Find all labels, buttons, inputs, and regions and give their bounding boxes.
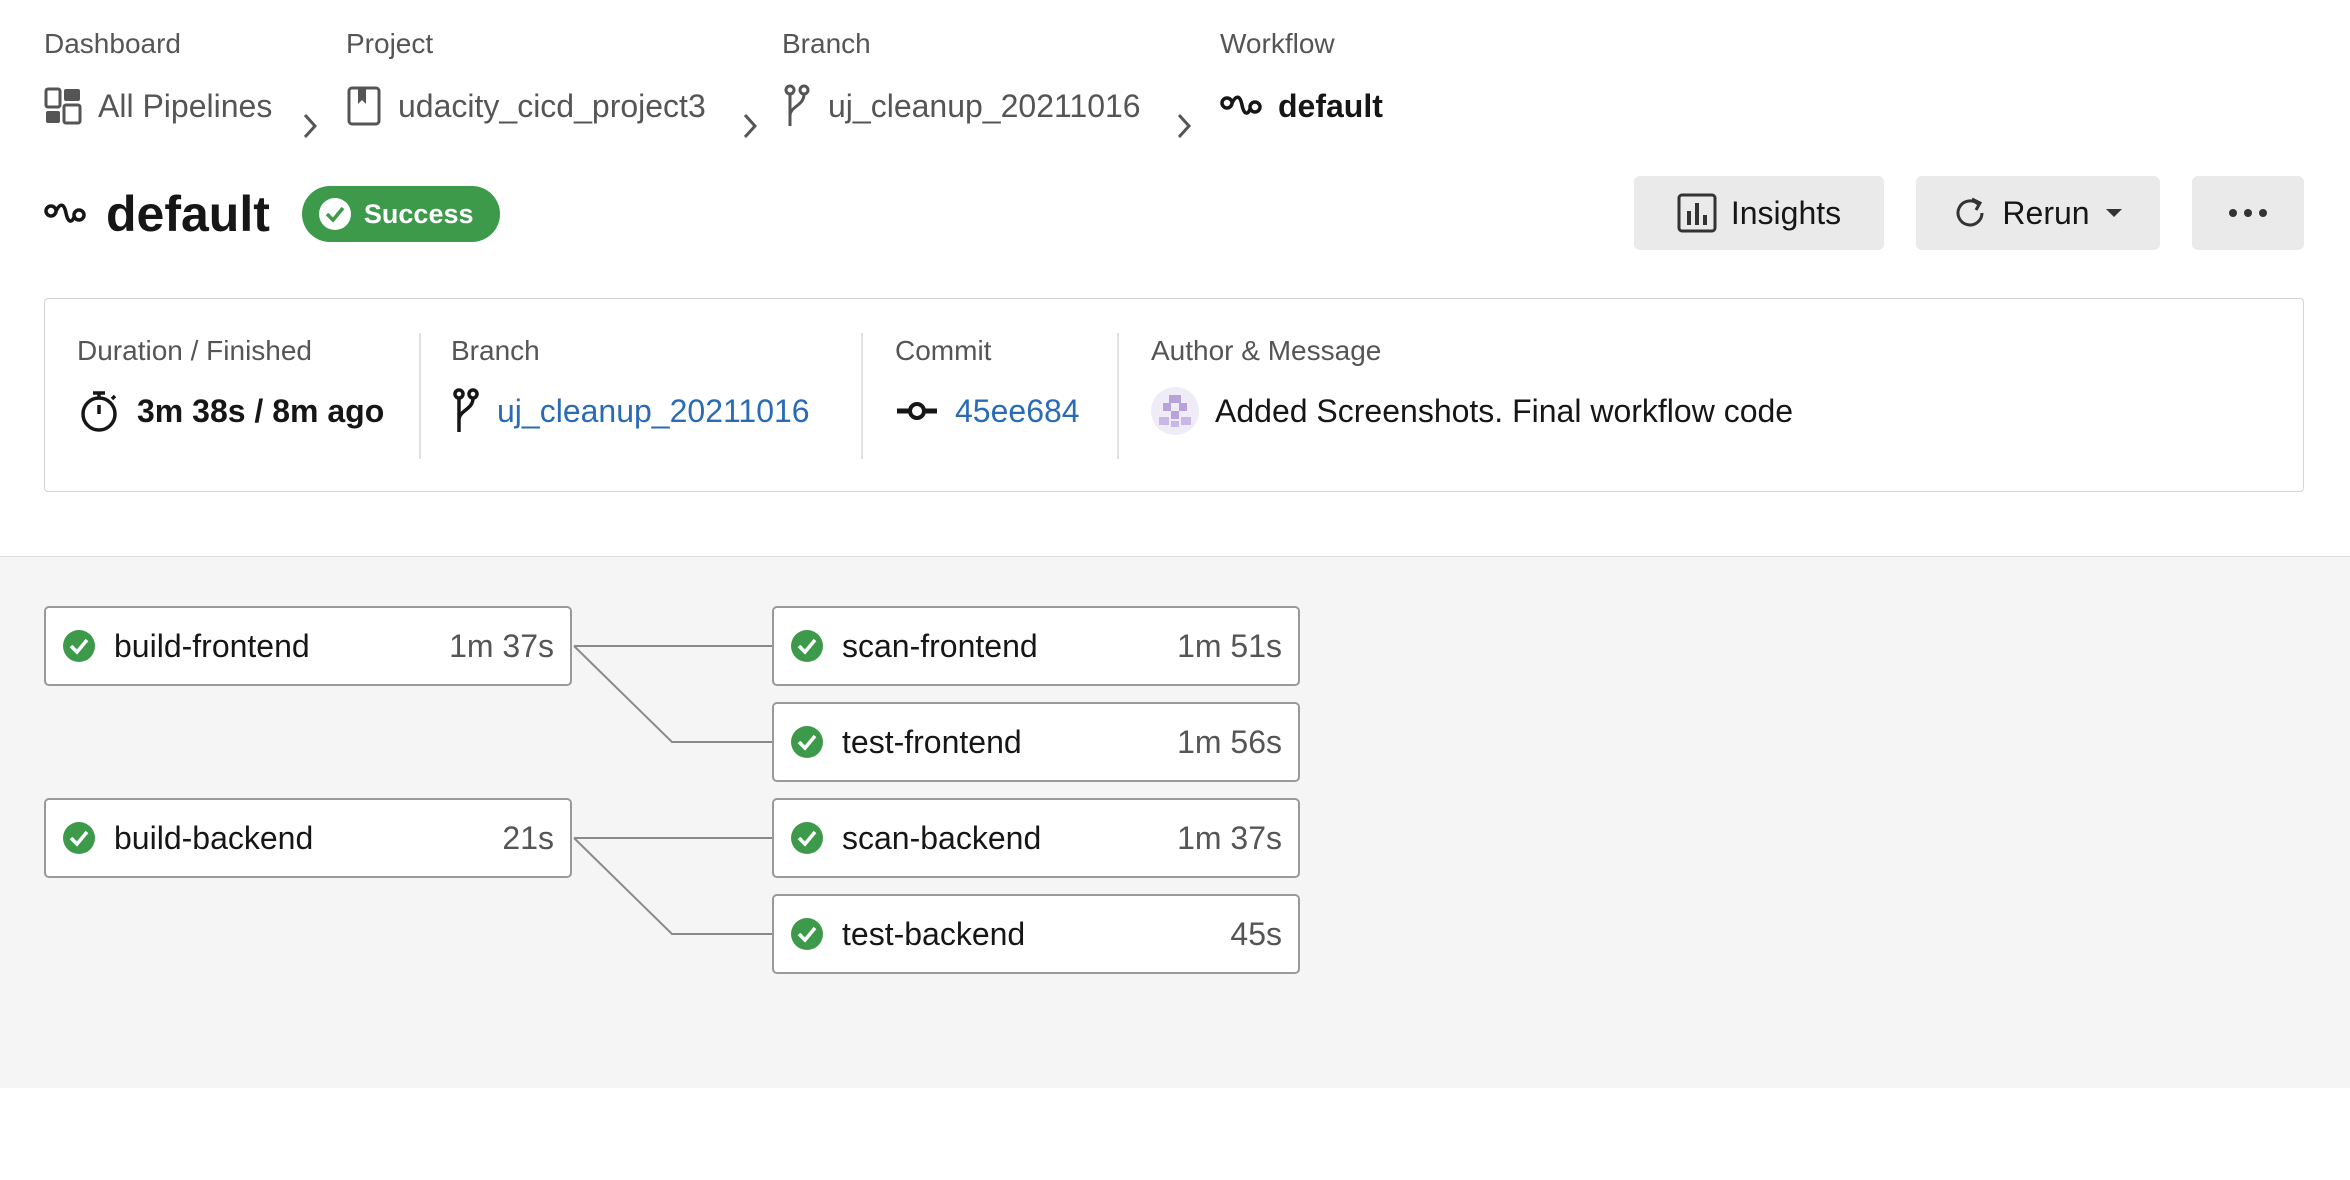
job-duration: 1m 37s: [449, 627, 554, 664]
workflow-header: default Success: [44, 180, 500, 248]
status-text: Success: [363, 198, 474, 229]
job-duration: 1m 56s: [1177, 723, 1282, 760]
duration-value: 3m 38s / 8m ago: [137, 392, 385, 429]
identicon-icon: [1159, 395, 1191, 427]
avatar[interactable]: [1151, 387, 1199, 435]
caret-down-icon: [2105, 209, 2122, 217]
chevron-right-icon: [1177, 113, 1192, 139]
divider: [1117, 333, 1119, 459]
breadcrumb-link-workflow[interactable]: default: [1220, 82, 1383, 130]
job-scan-frontend[interactable]: scan-frontend 1m 51s: [772, 606, 1300, 686]
job-test-frontend[interactable]: test-frontend 1m 56s: [772, 702, 1300, 782]
commit-section: Commit 45ee684: [895, 331, 1115, 461]
breadcrumb-dashboard: Dashboard All Pipelines: [44, 24, 272, 125]
commit-message: Added Screenshots. Final workflow code: [1215, 392, 1794, 429]
breadcrumb-link-project[interactable]: udacity_cicd_project3: [346, 82, 706, 130]
job-name: build-frontend: [114, 627, 310, 664]
breadcrumb-link-all-pipelines[interactable]: All Pipelines: [44, 82, 272, 130]
breadcrumb-workflow: Workflow default: [1220, 24, 1383, 124]
branch-icon: [784, 84, 810, 126]
job-test-backend[interactable]: test-backend 45s: [772, 894, 1300, 974]
chevron-right-icon: [303, 113, 318, 139]
stopwatch-icon: [81, 391, 117, 432]
duration-value-row: 3m 38s / 8m ago: [77, 387, 384, 435]
breadcrumb-label: Workflow: [1220, 28, 1335, 59]
job-duration: 1m 51s: [1177, 627, 1282, 664]
check-circle-icon: [318, 198, 351, 230]
job-name: test-frontend: [842, 723, 1022, 760]
duration-section: Duration / Finished 3m 38s / 8m ago: [77, 331, 417, 461]
branch-value-row: uj_cleanup_20211016: [451, 387, 810, 435]
workflow-info-card: Duration / Finished 3m 38s / 8m ago Bran…: [44, 298, 2304, 492]
branch-icon: [453, 388, 479, 432]
insights-button[interactable]: Insights: [1634, 176, 1884, 250]
check-circle-icon: [63, 822, 95, 854]
commit-value-row: 45ee684: [895, 387, 1080, 435]
job-build-frontend[interactable]: build-frontend 1m 37s: [44, 606, 572, 686]
more-options-button[interactable]: [2192, 176, 2304, 250]
job-name: test-backend: [842, 915, 1026, 952]
page-title: default: [106, 186, 270, 242]
job-build-backend[interactable]: build-backend 21s: [44, 798, 572, 878]
author-label: Author & Message: [1151, 335, 1382, 366]
divider: [419, 333, 421, 459]
branch-label: Branch: [451, 335, 540, 366]
rerun-label: Rerun: [2002, 194, 2090, 231]
breadcrumb-label: Branch: [782, 28, 871, 59]
breadcrumb: Dashboard All Pipelines Project udacity_…: [44, 24, 1544, 144]
job-name: build-backend: [114, 819, 314, 856]
job-duration: 45s: [1230, 915, 1282, 952]
more-horizontal-icon: [2229, 209, 2267, 217]
check-circle-icon: [63, 630, 95, 662]
commit-link[interactable]: 45ee684: [955, 393, 1080, 430]
check-circle-icon: [791, 822, 823, 854]
chevron-right-icon: [743, 113, 758, 139]
check-circle-icon: [791, 726, 823, 758]
job-scan-backend[interactable]: scan-backend 1m 37s: [772, 798, 1300, 878]
job-name: scan-frontend: [842, 627, 1038, 664]
author-value-row: Added Screenshots. Final workflow code: [1151, 387, 1793, 435]
workflow-graph: build-frontend 1m 37s scan-frontend 1m 5…: [0, 556, 2350, 1088]
bookmark-icon: [347, 86, 381, 126]
insights-label: Insights: [1730, 194, 1842, 231]
chart-bar-icon: [1677, 193, 1717, 233]
dashboard-icon: [44, 87, 82, 125]
branch-link[interactable]: uj_cleanup_20211016: [497, 393, 810, 430]
divider: [861, 333, 863, 459]
breadcrumb-branch: Branch uj_cleanup_20211016: [782, 24, 1141, 126]
breadcrumb-project: Project udacity_cicd_project3: [346, 24, 706, 126]
breadcrumb-value: udacity_cicd_project3: [398, 87, 706, 124]
breadcrumb-label: Project: [346, 28, 434, 59]
breadcrumb-value: All Pipelines: [98, 87, 273, 124]
commit-icon: [897, 402, 937, 420]
workflow-icon: [1220, 95, 1262, 115]
check-circle-icon: [791, 918, 823, 950]
job-duration: 1m 37s: [1177, 819, 1282, 856]
workflow-icon: [44, 203, 86, 223]
check-circle-icon: [791, 630, 823, 662]
breadcrumb-value: uj_cleanup_20211016: [828, 87, 1141, 124]
rerun-button[interactable]: Rerun: [1916, 176, 2160, 250]
job-name: scan-backend: [842, 819, 1042, 856]
status-badge: Success: [301, 186, 500, 242]
breadcrumb-value: default: [1278, 87, 1383, 124]
breadcrumb-link-branch[interactable]: uj_cleanup_20211016: [782, 82, 1141, 130]
refresh-icon: [1956, 197, 1984, 227]
breadcrumb-label: Dashboard: [44, 28, 181, 59]
author-section: Author & Message Added Screenshots. Fina…: [1151, 331, 2251, 461]
job-duration: 21s: [502, 819, 554, 856]
duration-label: Duration / Finished: [77, 335, 313, 366]
commit-label: Commit: [895, 335, 992, 366]
branch-section: Branch uj_cleanup_20211016: [451, 331, 871, 461]
